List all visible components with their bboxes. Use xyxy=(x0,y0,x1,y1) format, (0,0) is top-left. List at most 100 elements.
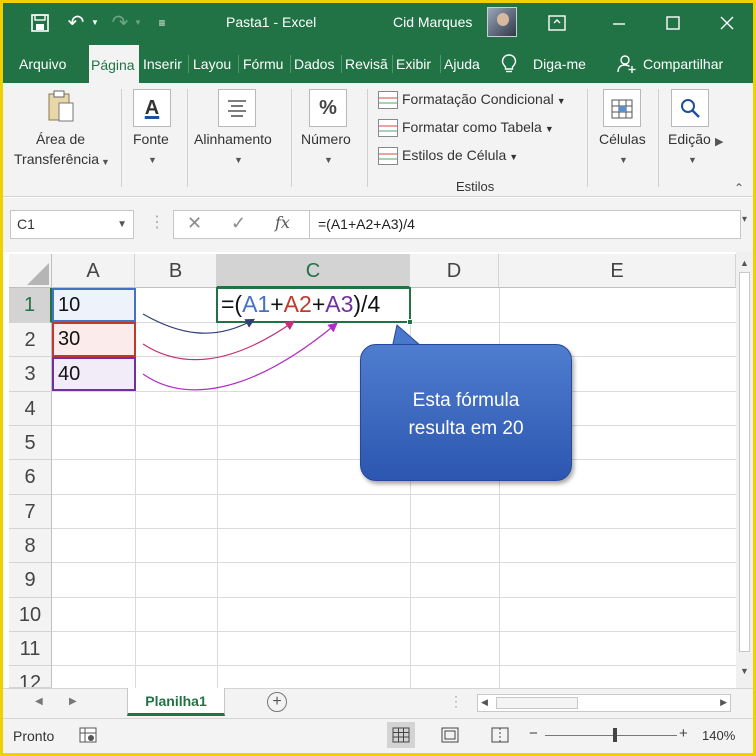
scroll-up-icon[interactable]: ▲ xyxy=(740,258,749,268)
tab-divider xyxy=(440,55,441,73)
clipboard-label-line2[interactable]: Transferência xyxy=(14,151,99,167)
window-title: Pasta1 - Excel xyxy=(226,14,317,30)
redo-dropdown-icon: ▼ xyxy=(134,18,142,27)
name-box[interactable]: C1 ▼ xyxy=(10,210,134,239)
tab-formulas[interactable]: Fórmu xyxy=(243,43,287,83)
expand-formula-bar-icon[interactable]: ▾ xyxy=(742,214,747,225)
tab-divider xyxy=(392,55,393,73)
sheet-tab-bar: ◀ ▶ Planilha1 + ⋮ ◀ ▶ xyxy=(3,688,753,718)
vertical-scroll-thumb[interactable] xyxy=(739,272,750,652)
tab-divider xyxy=(188,55,189,73)
chevron-down-icon[interactable]: ▼ xyxy=(148,155,157,165)
cells-label[interactable]: Células xyxy=(599,131,646,147)
tab-revisao[interactable]: Revisã xyxy=(345,43,389,83)
tab-layout[interactable]: Layou xyxy=(193,43,235,83)
chevron-down-icon[interactable]: ▼ xyxy=(117,211,127,238)
title-bar: ↶ ▼ ↷ ▼ ≡ Pasta1 - Excel Cid Marques xyxy=(3,3,753,43)
page-break-view-icon[interactable] xyxy=(491,727,509,748)
status-bar: Pronto − + 140% xyxy=(3,718,753,753)
zoom-level[interactable]: 140% xyxy=(702,728,735,743)
chevron-down-icon: ▼ xyxy=(544,124,554,134)
arrow-a1-to-c1 xyxy=(142,313,256,334)
formula-input[interactable]: =(A1+A2+A3)/4 xyxy=(309,210,741,239)
tab-divider xyxy=(290,55,291,73)
search-icon[interactable] xyxy=(671,89,709,127)
normal-view-icon[interactable] xyxy=(387,722,415,748)
chevron-down-icon: ▼ xyxy=(556,96,566,106)
paste-icon[interactable] xyxy=(42,89,80,127)
clipboard-label-line1[interactable]: Área de xyxy=(36,131,85,147)
chevron-down-icon[interactable]: ▼ xyxy=(324,155,333,165)
scroll-left-icon[interactable]: ◀ xyxy=(481,697,488,708)
chevron-down-icon[interactable]: ▼ xyxy=(688,155,697,165)
group-divider xyxy=(187,89,188,187)
percent-icon[interactable]: % xyxy=(309,89,347,127)
share-button[interactable]: Compartilhar xyxy=(643,43,733,83)
callout-note: Esta fórmula resulta em 20 xyxy=(360,344,572,481)
insert-function-icon[interactable]: fx xyxy=(275,213,290,232)
zoom-slider-thumb[interactable] xyxy=(613,728,617,742)
alignment-icon[interactable] xyxy=(218,89,256,127)
formula-bar: C1 ▼ ⋮ ✕ ✓ fx =(A1+A2+A3)/4 ▾ xyxy=(3,198,753,252)
callout-line2: resulta em 20 xyxy=(408,418,524,439)
format-as-table-button[interactable]: Formatar como Tabela ▼ xyxy=(378,119,554,141)
customize-toolbar-icon[interactable]: ≡ xyxy=(155,12,169,34)
font-icon[interactable]: A xyxy=(133,89,171,127)
tab-exibir[interactable]: Exibir xyxy=(396,43,436,83)
undo-icon[interactable]: ↶ xyxy=(63,12,89,34)
conditional-formatting-button[interactable]: Formatação Condicional ▼ xyxy=(378,91,566,113)
close-icon[interactable] xyxy=(715,12,739,34)
ribbon-display-icon[interactable] xyxy=(545,12,569,34)
ribbon-scroll-right-icon[interactable]: ▶ xyxy=(715,135,723,148)
chevron-down-icon[interactable]: ▼ xyxy=(101,157,110,167)
next-sheet-icon[interactable]: ▶ xyxy=(69,696,77,707)
alignment-label[interactable]: Alinhamento xyxy=(194,131,272,147)
tab-ajuda[interactable]: Ajuda xyxy=(444,43,486,83)
redo-icon: ↷ xyxy=(111,12,129,34)
tab-split-grip-icon[interactable]: ⋮ xyxy=(449,693,463,710)
avatar[interactable] xyxy=(487,7,517,37)
tab-divider xyxy=(341,55,342,73)
cell-styles-button[interactable]: Estilos de Célula ▼ xyxy=(378,147,518,169)
zoom-slider[interactable] xyxy=(545,728,677,742)
minimize-icon[interactable] xyxy=(607,12,631,34)
horizontal-scrollbar[interactable]: ◀ ▶ xyxy=(477,694,731,712)
sheet-tab-planilha1[interactable]: Planilha1 xyxy=(127,688,225,716)
enter-icon[interactable]: ✓ xyxy=(231,213,246,234)
tab-inserir[interactable]: Inserir xyxy=(143,43,186,83)
tell-me-search[interactable]: Diga-me xyxy=(533,43,595,83)
prev-sheet-icon[interactable]: ◀ xyxy=(35,696,43,707)
lightbulb-icon[interactable] xyxy=(501,43,521,83)
callout-line1: Esta fórmula xyxy=(412,390,520,411)
chevron-down-icon[interactable]: ▼ xyxy=(234,155,243,165)
zoom-out-icon[interactable]: − xyxy=(529,725,538,742)
tab-dados[interactable]: Dados xyxy=(294,43,339,83)
chevron-down-icon: ▼ xyxy=(509,152,519,162)
add-sheet-icon[interactable]: + xyxy=(267,692,287,712)
maximize-icon[interactable] xyxy=(661,12,685,34)
collapse-ribbon-icon[interactable]: ⌃ xyxy=(734,181,744,195)
tab-pagina-inicial[interactable]: Página xyxy=(89,45,139,83)
scroll-down-icon[interactable]: ▼ xyxy=(740,666,749,676)
page-layout-view-icon[interactable] xyxy=(441,727,459,748)
cells-icon[interactable] xyxy=(603,89,641,127)
font-label[interactable]: Fonte xyxy=(133,131,169,147)
zoom-in-icon[interactable]: + xyxy=(679,725,688,742)
horizontal-scroll-thumb[interactable] xyxy=(496,697,578,709)
group-divider xyxy=(121,89,122,187)
share-user-icon[interactable] xyxy=(617,43,639,83)
cancel-icon[interactable]: ✕ xyxy=(187,213,202,234)
arrow-a2-to-c1 xyxy=(142,320,295,361)
number-label[interactable]: Número xyxy=(301,131,351,147)
scroll-right-icon[interactable]: ▶ xyxy=(720,697,727,708)
macro-record-icon[interactable] xyxy=(79,727,97,748)
group-divider xyxy=(658,89,659,187)
save-icon[interactable] xyxy=(29,12,51,34)
user-name[interactable]: Cid Marques xyxy=(393,14,472,30)
undo-dropdown-icon[interactable]: ▼ xyxy=(89,12,101,34)
editing-label[interactable]: Edição xyxy=(668,131,711,147)
status-ready: Pronto xyxy=(13,728,55,744)
tab-arquivo[interactable]: Arquivo xyxy=(19,43,75,83)
chevron-down-icon[interactable]: ▼ xyxy=(619,155,628,165)
vertical-scrollbar[interactable]: ▲ ▼ xyxy=(736,252,753,688)
